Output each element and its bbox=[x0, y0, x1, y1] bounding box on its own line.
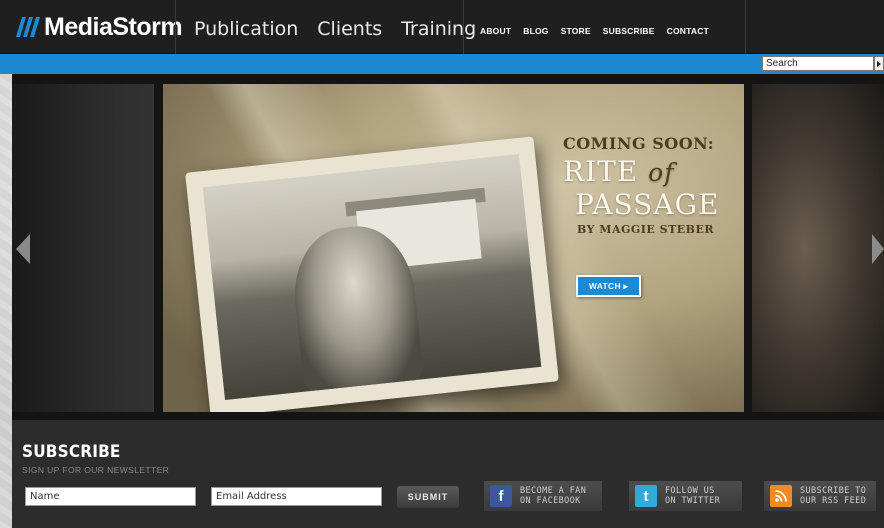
facebook-icon: f bbox=[490, 485, 512, 507]
header-divider bbox=[463, 0, 464, 54]
vintage-photo bbox=[185, 136, 559, 412]
twitter-text: FOLLOW US ON TWITTER bbox=[665, 486, 720, 506]
site-logo[interactable]: MediaStorm bbox=[12, 12, 183, 42]
nav-about[interactable]: ABOUT bbox=[480, 26, 511, 36]
twitter-line-1: FOLLOW US bbox=[665, 486, 715, 496]
facebook-line-2: ON FACEBOOK bbox=[520, 496, 581, 506]
rss-icon bbox=[770, 485, 792, 507]
logo-mark-icon bbox=[16, 17, 40, 37]
slider-prev-arrow-icon[interactable] bbox=[16, 234, 30, 264]
twitter-link[interactable]: t FOLLOW US ON TWITTER bbox=[629, 481, 742, 511]
slide-byline: BY MAGGIE STEBER bbox=[577, 223, 714, 236]
nav-subscribe[interactable]: SUBSCRIBE bbox=[603, 26, 655, 36]
header-divider bbox=[175, 0, 176, 54]
main-nav: Publication Clients Training bbox=[194, 18, 495, 40]
rss-line-2: OUR RSS FEED bbox=[800, 496, 867, 506]
nav-store[interactable]: STORE bbox=[561, 26, 591, 36]
featured-slide[interactable]: COMING SOON: RITE of PASSAGE BY MAGGIE S… bbox=[163, 84, 744, 412]
rss-link[interactable]: SUBSCRIBE TO OUR RSS FEED bbox=[764, 481, 876, 511]
subscribe-subheading: SIGN UP FOR OUR NEWSLETTER bbox=[22, 465, 170, 475]
nav-publication[interactable]: Publication bbox=[194, 18, 298, 40]
header-divider bbox=[745, 0, 746, 54]
title-word-of: of bbox=[648, 158, 675, 187]
slide-headline: COMING SOON: RITE of PASSAGE BY MAGGIE S… bbox=[563, 134, 733, 236]
rss-text: SUBSCRIBE TO OUR RSS FEED bbox=[800, 486, 866, 506]
nav-contact[interactable]: CONTACT bbox=[667, 26, 709, 36]
secondary-nav: ABOUT BLOG STORE SUBSCRIBE CONTACT bbox=[480, 26, 721, 36]
slide-previous-preview[interactable] bbox=[12, 84, 154, 412]
nav-clients[interactable]: Clients bbox=[317, 18, 382, 40]
email-field[interactable]: Email Address bbox=[211, 487, 382, 506]
slide-next-preview[interactable] bbox=[752, 84, 884, 412]
title-word-passage: PASSAGE bbox=[575, 188, 720, 221]
slider-next-arrow-icon[interactable] bbox=[872, 234, 884, 264]
subscribe-heading: SUBSCRIBE bbox=[22, 442, 121, 462]
rss-glyph-icon bbox=[775, 490, 787, 502]
search-button[interactable] bbox=[874, 56, 884, 71]
site-header: MediaStorm Publication Clients Training … bbox=[0, 0, 884, 54]
facebook-link[interactable]: f BECOME A FAN ON FACEBOOK bbox=[484, 481, 602, 511]
twitter-line-2: ON TWITTER bbox=[665, 496, 721, 506]
title-line-1: RITE of bbox=[563, 155, 733, 188]
name-field[interactable]: Name bbox=[25, 487, 196, 506]
submit-button[interactable]: SUBMIT bbox=[397, 486, 459, 508]
rss-line-1: SUBSCRIBE TO bbox=[800, 486, 867, 496]
play-arrow-icon bbox=[877, 60, 881, 67]
nav-blog[interactable]: BLOG bbox=[523, 26, 548, 36]
coming-soon-label: COMING SOON: bbox=[563, 134, 715, 153]
facebook-text: BECOME A FAN ON FACEBOOK bbox=[520, 486, 586, 506]
title-word-rite: RITE bbox=[563, 155, 639, 188]
search-input[interactable]: Search bbox=[762, 56, 874, 71]
photo-image bbox=[202, 153, 542, 401]
nav-training[interactable]: Training bbox=[401, 18, 476, 40]
facebook-line-1: BECOME A FAN bbox=[520, 486, 587, 496]
twitter-icon: t bbox=[635, 485, 657, 507]
blue-toolbar bbox=[0, 54, 884, 74]
watch-button[interactable]: WATCH ▸ bbox=[576, 275, 641, 297]
logo-text: MediaStorm bbox=[44, 12, 183, 41]
